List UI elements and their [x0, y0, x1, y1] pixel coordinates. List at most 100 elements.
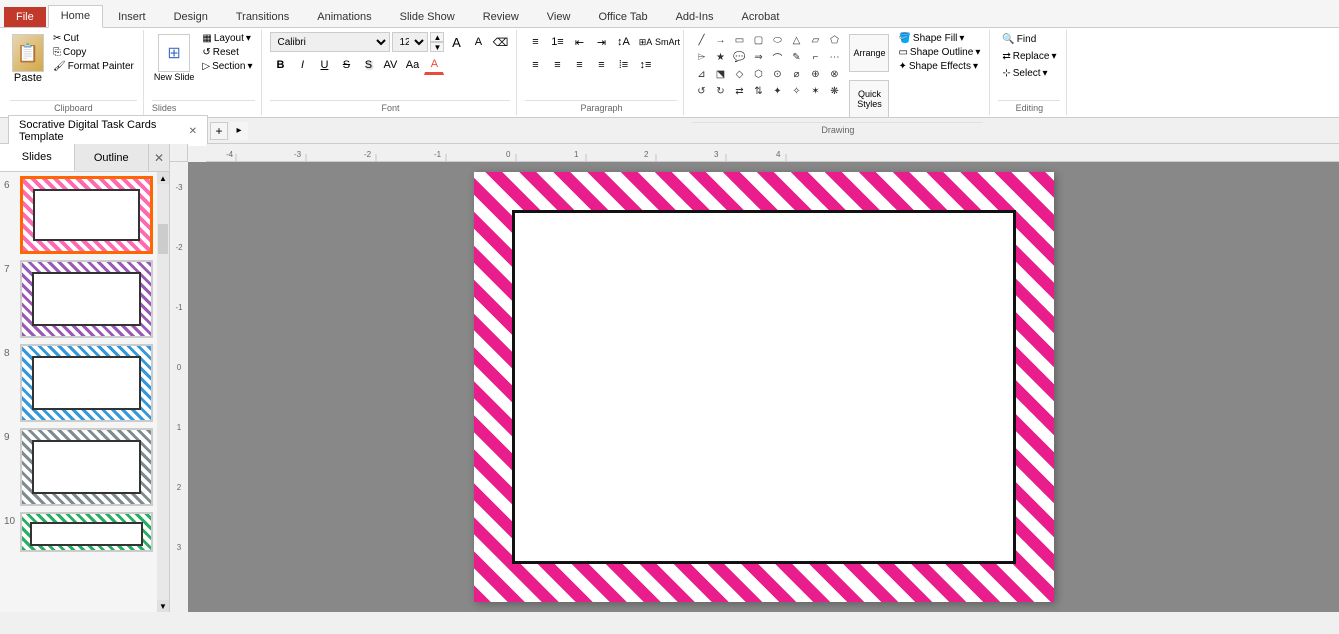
- shape-r15[interactable]: ✶: [806, 83, 824, 99]
- justify-btn[interactable]: ≡: [591, 55, 611, 75]
- tab-design[interactable]: Design: [161, 6, 221, 27]
- numbering-button[interactable]: 1≡: [547, 32, 567, 52]
- tab-home[interactable]: Home: [48, 5, 103, 28]
- shape-r3[interactable]: ◇: [730, 66, 748, 82]
- panel-tab-outline[interactable]: Outline: [75, 144, 150, 171]
- font-size-increase[interactable]: ▲: [430, 32, 444, 42]
- shape-r12[interactable]: ⇅: [749, 83, 767, 99]
- tab-acrobat[interactable]: Acrobat: [728, 6, 792, 27]
- panel-tab-slides[interactable]: Slides: [0, 144, 75, 171]
- shape-rect[interactable]: ▭: [730, 32, 748, 48]
- replace-button[interactable]: ⇄ Replace ▾: [998, 49, 1060, 64]
- slide-item-10[interactable]: 10: [4, 512, 153, 552]
- tab-review[interactable]: Review: [470, 6, 532, 27]
- shape-star[interactable]: ★: [711, 49, 729, 65]
- shape-r13[interactable]: ✦: [768, 83, 786, 99]
- columns-btn[interactable]: ⁞≡: [613, 55, 633, 75]
- font-color-btn[interactable]: A: [424, 55, 444, 75]
- slide-canvas[interactable]: [474, 172, 1054, 602]
- slide-item-7[interactable]: 7: [4, 260, 153, 338]
- shape-r6[interactable]: ⌀: [787, 66, 805, 82]
- align-center-btn[interactable]: ≡: [547, 55, 567, 75]
- slide-thumb-9[interactable]: [20, 428, 153, 506]
- slide-item-8[interactable]: 8: [4, 344, 153, 422]
- shape-connector[interactable]: ⌐: [806, 49, 824, 65]
- document-tab[interactable]: Socrative Digital Task Cards Template ✕: [8, 115, 208, 146]
- text-direction-btn[interactable]: ↕A: [613, 32, 633, 52]
- shape-r14[interactable]: ✧: [787, 83, 805, 99]
- shape-r16[interactable]: ❋: [825, 83, 843, 99]
- slide-panel-scrollbar[interactable]: ▲ ▼: [157, 172, 169, 612]
- reset-button[interactable]: ↺ Reset: [199, 46, 255, 59]
- slide-thumb-6[interactable]: [20, 176, 153, 254]
- new-tab-button[interactable]: +: [210, 122, 228, 140]
- find-button[interactable]: 🔍 Find: [998, 32, 1060, 47]
- cut-button[interactable]: ✂ Cut: [50, 32, 137, 45]
- paste-button[interactable]: 📋 Paste: [10, 32, 46, 86]
- strikethrough-button[interactable]: S: [336, 55, 356, 75]
- shape-more[interactable]: ⋯: [825, 49, 843, 65]
- shape-chevron[interactable]: ⌲: [692, 49, 710, 65]
- tab-insert[interactable]: Insert: [105, 6, 159, 27]
- slide-item-6[interactable]: 6: [4, 176, 153, 254]
- line-spacing-btn[interactable]: ↕≡: [635, 55, 655, 75]
- section-button[interactable]: ▷ Section ▾: [199, 60, 255, 73]
- panel-close-button[interactable]: ✕: [149, 144, 169, 171]
- bullets-button[interactable]: ≡: [525, 32, 545, 52]
- underline-button[interactable]: U: [314, 55, 334, 75]
- bold-button[interactable]: B: [270, 55, 290, 75]
- shape-r8[interactable]: ⊗: [825, 66, 843, 82]
- shape-rounded-rect[interactable]: ▢: [749, 32, 767, 48]
- document-tab-close[interactable]: ✕: [189, 126, 197, 137]
- convert-smartart-btn[interactable]: SmArt: [657, 32, 677, 52]
- slide-thumb-10[interactable]: [20, 512, 153, 552]
- new-slide-button[interactable]: ⊞ New Slide: [152, 32, 197, 84]
- font-increase-btn[interactable]: A: [446, 32, 466, 52]
- tab-addins[interactable]: Add-Ins: [663, 6, 727, 27]
- align-right-btn[interactable]: ≡: [569, 55, 589, 75]
- quick-styles-button[interactable]: Quick Styles: [847, 78, 891, 120]
- shadow-button[interactable]: S: [358, 55, 378, 75]
- shape-callout[interactable]: 💬: [730, 49, 748, 65]
- font-size-select[interactable]: 12: [392, 32, 428, 52]
- shape-r4[interactable]: ⬡: [749, 66, 767, 82]
- shape-line[interactable]: ╱: [692, 32, 710, 48]
- shape-outline-button[interactable]: ▭ Shape Outline ▾: [895, 46, 983, 59]
- shape-fill-button[interactable]: 🪣 Shape Fill ▾: [895, 32, 983, 45]
- shape-triangle[interactable]: △: [787, 32, 805, 48]
- shape-r2[interactable]: ⬔: [711, 66, 729, 82]
- tab-slideshow[interactable]: Slide Show: [387, 6, 468, 27]
- shape-parallelogram[interactable]: ▱: [806, 32, 824, 48]
- tab-animations[interactable]: Animations: [304, 6, 384, 27]
- align-left-btn[interactable]: ≡: [525, 55, 545, 75]
- change-case-btn[interactable]: Aa: [402, 55, 422, 75]
- font-decrease-btn[interactable]: A: [468, 32, 488, 52]
- shape-pentagon[interactable]: ⬠: [825, 32, 843, 48]
- align-text-btn[interactable]: ⊞A: [635, 32, 655, 52]
- clear-format-btn[interactable]: ⌫: [490, 32, 510, 52]
- font-name-select[interactable]: Calibri: [270, 32, 390, 52]
- arrange-button[interactable]: Arrange: [847, 32, 891, 74]
- tab-officetab[interactable]: Office Tab: [585, 6, 660, 27]
- copy-button[interactable]: ⎘ Copy: [50, 46, 137, 59]
- shape-block-arrow[interactable]: ⇒: [749, 49, 767, 65]
- italic-button[interactable]: I: [292, 55, 312, 75]
- shape-r1[interactable]: ⊿: [692, 66, 710, 82]
- slide-item-9[interactable]: 9: [4, 428, 153, 506]
- indent-less-btn[interactable]: ⇤: [569, 32, 589, 52]
- tab-file[interactable]: File: [4, 7, 46, 27]
- tab-view[interactable]: View: [534, 6, 584, 27]
- shape-r9[interactable]: ↺: [692, 83, 710, 99]
- indent-more-btn[interactable]: ⇥: [591, 32, 611, 52]
- scroll-up-button[interactable]: ▲: [157, 172, 169, 184]
- shape-effects-button[interactable]: ✦ Shape Effects ▾: [895, 60, 983, 73]
- shape-freeform[interactable]: ✎: [787, 49, 805, 65]
- shape-oval[interactable]: ⬭: [768, 32, 786, 48]
- scroll-down-button[interactable]: ▼: [157, 600, 169, 612]
- shape-r7[interactable]: ⊕: [806, 66, 824, 82]
- tab-transitions[interactable]: Transitions: [223, 6, 302, 27]
- shape-r5[interactable]: ⊙: [768, 66, 786, 82]
- shape-curve[interactable]: ⌒: [768, 49, 786, 65]
- char-spacing-btn[interactable]: AV: [380, 55, 400, 75]
- tab-scroll-button[interactable]: ▸: [230, 122, 248, 140]
